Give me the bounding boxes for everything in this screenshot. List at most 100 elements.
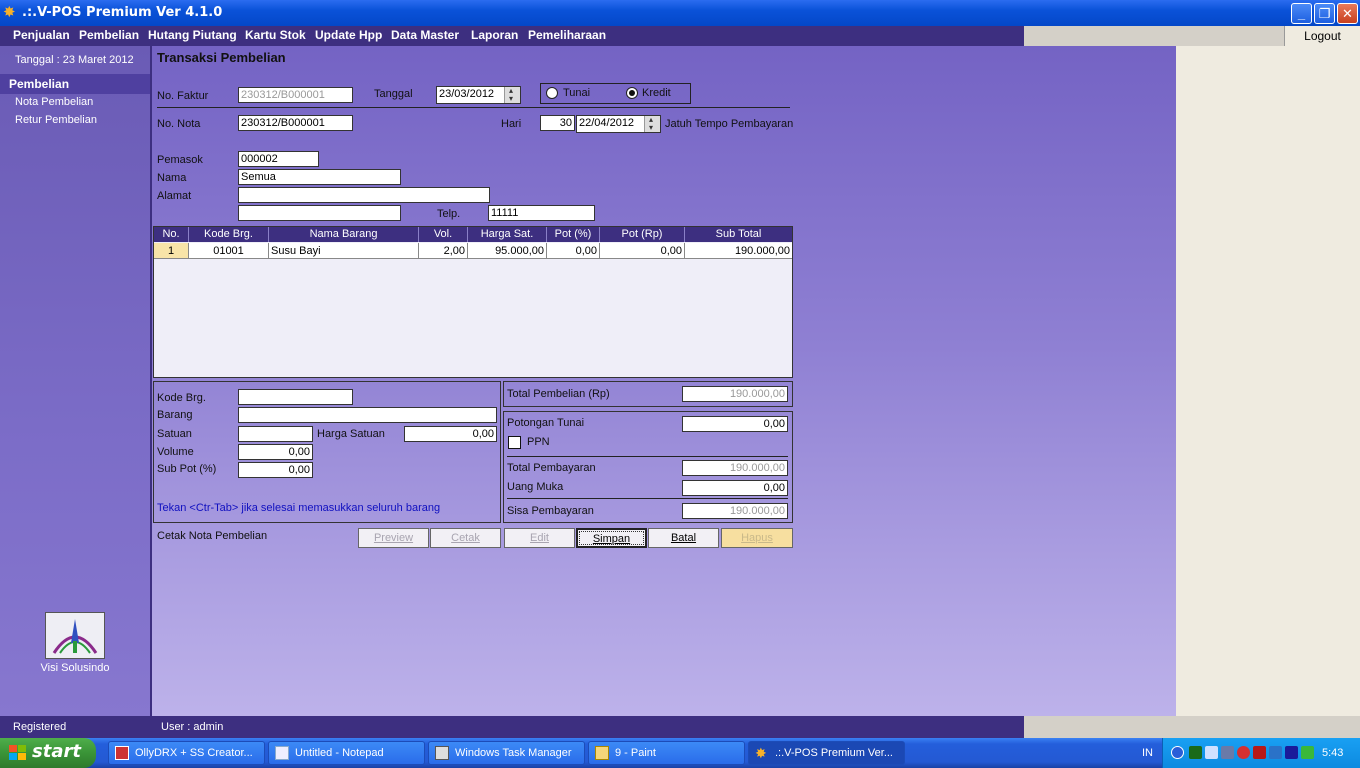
nama-field[interactable]: Semua bbox=[238, 169, 401, 185]
sidebar-section-pembelian[interactable]: Pembelian bbox=[0, 74, 150, 94]
sub-pot-label: Sub Pot (%) bbox=[157, 463, 217, 475]
table-cell-pot-rp[interactable]: 0,00 bbox=[600, 243, 685, 259]
menu-laporan[interactable]: Laporan bbox=[471, 28, 518, 42]
tanggal-label: Tanggal bbox=[374, 88, 413, 100]
radio-tunai[interactable] bbox=[546, 87, 558, 99]
close-button[interactable]: ✕ bbox=[1337, 3, 1358, 24]
jatuh-tempo-spinner[interactable] bbox=[644, 116, 660, 132]
col-header-no[interactable]: No. bbox=[154, 227, 189, 242]
table-cell-no[interactable]: 1 bbox=[154, 243, 189, 259]
menu-hutang-piutang[interactable]: Hutang Piutang bbox=[148, 28, 237, 42]
hapus-button[interactable]: Hapus bbox=[721, 528, 793, 548]
simpan-button[interactable]: Simpan bbox=[576, 528, 647, 548]
tanggal-field[interactable]: 23/03/2012 bbox=[436, 86, 521, 104]
tray-red-icon[interactable] bbox=[1253, 746, 1266, 759]
status-bar-filler bbox=[1024, 716, 1360, 738]
alamat-label: Alamat bbox=[157, 190, 192, 202]
menu-pemeliharaan[interactable]: Pemeliharaan bbox=[528, 28, 606, 42]
task-notepad[interactable]: Untitled - Notepad bbox=[268, 741, 425, 765]
radio-kredit[interactable] bbox=[626, 87, 638, 99]
restore-button[interactable]: ❐ bbox=[1314, 3, 1335, 24]
uang-muka-field[interactable]: 0,00 bbox=[682, 480, 788, 496]
sidebar-item-nota-pembelian[interactable]: Nota Pembelian bbox=[15, 96, 93, 108]
cetak-button[interactable]: Cetak bbox=[430, 528, 501, 548]
logout-button[interactable]: Logout bbox=[1284, 26, 1360, 46]
menubar-filler bbox=[1024, 26, 1284, 46]
menu-penjualan[interactable]: Penjualan bbox=[13, 28, 70, 42]
col-header-harga[interactable]: Harga Sat. bbox=[468, 227, 547, 242]
task-vpos-label: .:.V-POS Premium Ver... bbox=[775, 747, 893, 759]
items-table[interactable]: No. Kode Brg. Nama Barang Vol. Harga Sat… bbox=[153, 226, 793, 378]
edit-button[interactable]: Edit bbox=[504, 528, 575, 548]
total-pembayaran-field[interactable]: 190.000,00 bbox=[682, 460, 788, 476]
table-cell-kode[interactable]: 01001 bbox=[189, 243, 269, 259]
table-cell-harga[interactable]: 95.000,00 bbox=[468, 243, 547, 259]
notepad-icon bbox=[275, 746, 289, 760]
tray-monitor-icon[interactable] bbox=[1269, 746, 1282, 759]
col-header-nama[interactable]: Nama Barang bbox=[269, 227, 419, 242]
potongan-tunai-field[interactable]: 0,00 bbox=[682, 416, 788, 432]
col-header-pot-persen[interactable]: Pot (%) bbox=[547, 227, 600, 242]
task-paint-label: 9 - Paint bbox=[615, 747, 656, 759]
telp-label: Telp. bbox=[437, 208, 461, 220]
sub-pot-field[interactable]: 0,00 bbox=[238, 462, 313, 478]
table-cell-pot-persen[interactable]: 0,00 bbox=[547, 243, 600, 259]
satuan-field[interactable] bbox=[238, 426, 313, 442]
tray-green-icon[interactable] bbox=[1189, 746, 1202, 759]
task-paint[interactable]: 9 - Paint bbox=[588, 741, 745, 765]
menu-kartu-stok[interactable]: Kartu Stok bbox=[245, 28, 306, 42]
menu-bar: Penjualan Pembelian Hutang Piutang Kartu… bbox=[0, 26, 1024, 46]
tray-network-icon[interactable] bbox=[1205, 746, 1218, 759]
payment-type-group: Tunai Kredit bbox=[540, 83, 691, 104]
minimize-button[interactable]: _ bbox=[1291, 3, 1312, 24]
table-cell-vol[interactable]: 2,00 bbox=[419, 243, 468, 259]
no-nota-field[interactable]: 230312/B000001 bbox=[238, 115, 353, 131]
volume-field[interactable]: 0,00 bbox=[238, 444, 313, 460]
table-cell-subtotal[interactable]: 190.000,00 bbox=[685, 243, 792, 259]
jatuh-tempo-field[interactable]: 22/04/2012 bbox=[576, 115, 661, 133]
tray-arrow-icon[interactable] bbox=[1171, 746, 1184, 759]
tray-shield-icon[interactable] bbox=[1237, 746, 1250, 759]
ppn-checkbox[interactable] bbox=[508, 436, 521, 449]
harga-satuan-field[interactable]: 0,00 bbox=[404, 426, 497, 442]
menu-update-hpp[interactable]: Update Hpp bbox=[315, 28, 382, 42]
potongan-tunai-label: Potongan Tunai bbox=[507, 417, 585, 429]
windows-logo-icon bbox=[9, 745, 26, 760]
satuan-label: Satuan bbox=[157, 428, 192, 440]
tanggal-spinner[interactable] bbox=[504, 87, 520, 103]
hari-field[interactable]: 30 bbox=[540, 115, 575, 131]
menu-pembelian[interactable]: Pembelian bbox=[79, 28, 139, 42]
no-faktur-field[interactable]: 230312/B000001 bbox=[238, 87, 353, 103]
start-button[interactable]: start bbox=[0, 738, 96, 768]
batal-button[interactable]: Batal bbox=[648, 528, 719, 548]
task-task-manager[interactable]: Windows Task Manager bbox=[428, 741, 585, 765]
task-vpos[interactable]: ✸ .:.V-POS Premium Ver... bbox=[748, 741, 905, 765]
no-faktur-label: No. Faktur bbox=[157, 90, 209, 102]
jatuh-tempo-label: Jatuh Tempo Pembayaran bbox=[665, 118, 794, 130]
nama-label: Nama bbox=[157, 172, 187, 184]
table-cell-nama[interactable]: Susu Bayi bbox=[269, 243, 419, 259]
barang-label: Barang bbox=[157, 409, 193, 421]
status-bar: Registered User : admin bbox=[0, 716, 1024, 738]
total-pembelian-field[interactable]: 190.000,00 bbox=[682, 386, 788, 402]
language-indicator[interactable]: IN bbox=[1142, 747, 1153, 759]
col-header-subtotal[interactable]: Sub Total bbox=[685, 227, 792, 242]
alamat2-field[interactable] bbox=[238, 205, 401, 221]
tray-app-icon[interactable] bbox=[1285, 746, 1298, 759]
task-ollydrx[interactable]: OllyDRX + SS Creator... bbox=[108, 741, 265, 765]
col-header-vol[interactable]: Vol. bbox=[419, 227, 468, 242]
sisa-pembayaran-field[interactable]: 190.000,00 bbox=[682, 503, 788, 519]
alamat-field[interactable] bbox=[238, 187, 490, 203]
tray-device-icon[interactable] bbox=[1221, 746, 1234, 759]
sidebar-item-retur-pembelian[interactable]: Retur Pembelian bbox=[15, 114, 97, 126]
preview-button[interactable]: Preview bbox=[358, 528, 429, 548]
kode-brg-field[interactable] bbox=[238, 389, 353, 405]
col-header-kode[interactable]: Kode Brg. bbox=[189, 227, 269, 242]
barang-field[interactable] bbox=[238, 407, 497, 423]
col-header-pot-rp[interactable]: Pot (Rp) bbox=[600, 227, 685, 242]
tray-triangle-icon[interactable] bbox=[1301, 746, 1314, 759]
total-pembayaran-label: Total Pembayaran bbox=[507, 462, 596, 474]
menu-data-master[interactable]: Data Master bbox=[391, 28, 459, 42]
telp-field[interactable]: 11111 bbox=[488, 205, 595, 221]
pemasok-field[interactable]: 000002 bbox=[238, 151, 319, 167]
